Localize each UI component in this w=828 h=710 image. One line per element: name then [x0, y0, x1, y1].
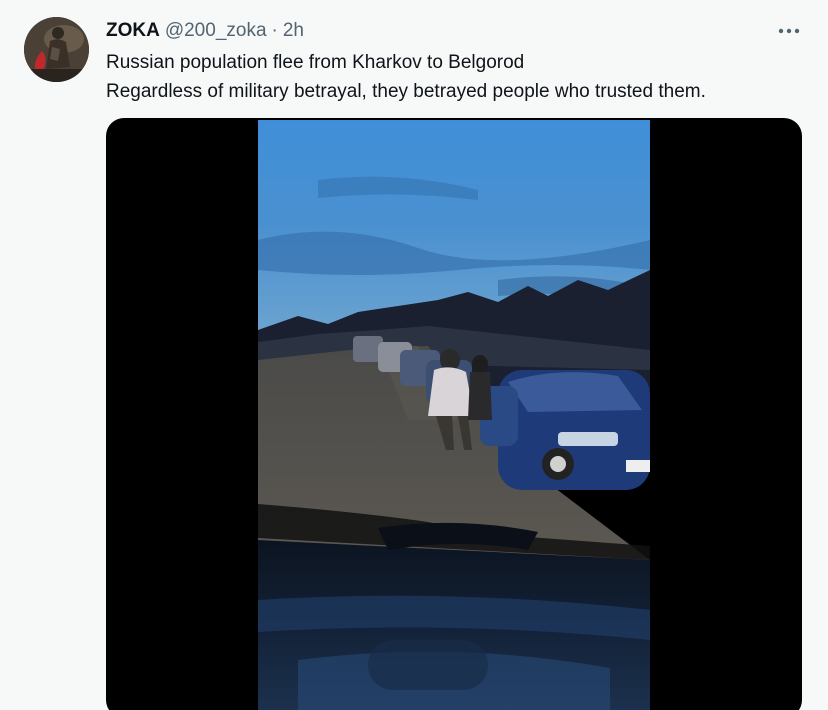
avatar[interactable] [24, 17, 89, 82]
avatar-image [24, 17, 89, 82]
display-name[interactable]: ZOKA [106, 20, 160, 42]
more-horizontal-icon [778, 28, 800, 34]
separator-dot: · [271, 20, 278, 41]
tweet[interactable]: ZOKA @200_zoka · 2h Russian population f… [0, 0, 828, 710]
more-options-button[interactable] [774, 20, 804, 42]
tweet-text-line: Regardless of military betrayal, they be… [106, 81, 706, 102]
video-frame [258, 120, 650, 710]
video-thumbnail [258, 120, 650, 710]
timestamp[interactable]: 2h [283, 20, 304, 42]
tweet-text: Russian population flee from Kharkov to … [106, 48, 806, 106]
tweet-header: ZOKA @200_zoka · 2h [106, 19, 304, 43]
video-player[interactable] [106, 118, 802, 710]
tweet-text-line: Russian population flee from Kharkov to … [106, 52, 525, 73]
user-handle[interactable]: @200_zoka [165, 20, 267, 42]
